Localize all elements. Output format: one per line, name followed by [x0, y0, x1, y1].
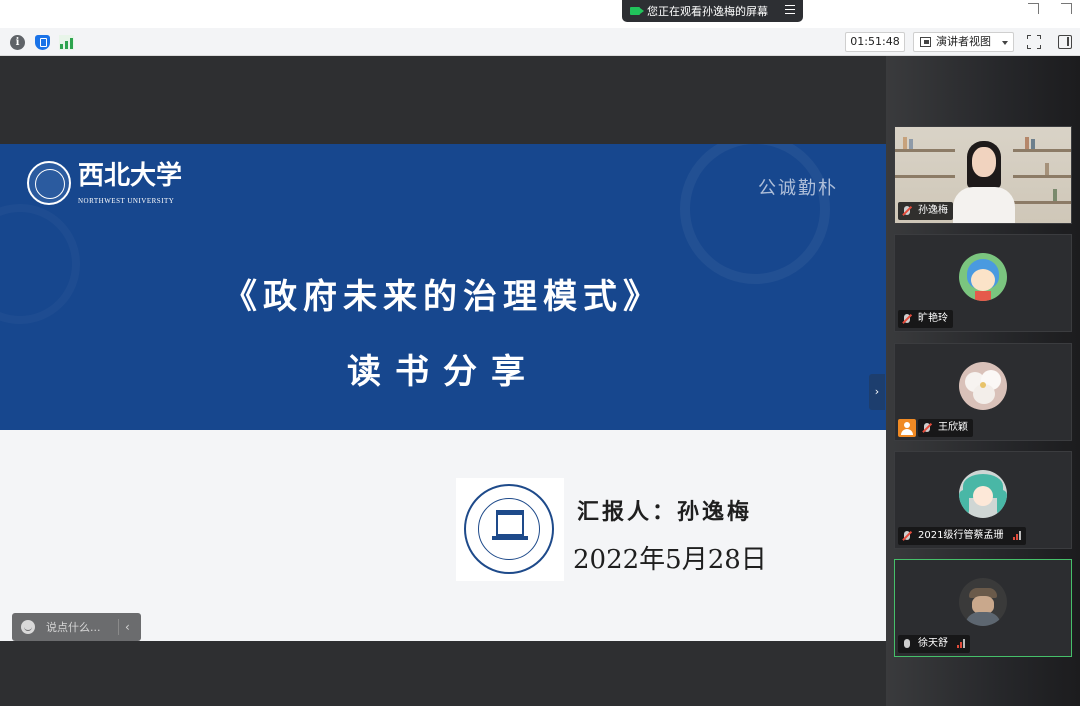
- layout-icon: [920, 37, 931, 47]
- participant-tile-active[interactable]: 徐天舒: [894, 559, 1072, 657]
- participant-name-tag: 徐天舒: [898, 635, 971, 653]
- signal-icon[interactable]: [59, 35, 74, 50]
- university-seal-icon: [27, 161, 71, 205]
- slide-subtitle: 读书分享: [347, 352, 539, 392]
- participant-name: 徐天舒: [918, 638, 948, 649]
- participant-tile[interactable]: 旷艳玲: [894, 234, 1072, 332]
- slide-title: 《政府未来的治理模式》: [223, 277, 663, 317]
- window-controls: [1028, 3, 1072, 14]
- panel-icon[interactable]: [1058, 35, 1072, 49]
- shield-icon[interactable]: [35, 35, 50, 50]
- chat-input-box[interactable]: 说点什么... ‹: [12, 613, 141, 641]
- collapse-sidebar-handle[interactable]: ›: [869, 374, 885, 410]
- fullscreen-icon[interactable]: [1027, 35, 1041, 49]
- share-banner[interactable]: 您正在观看孙逸梅的屏幕: [622, 0, 803, 22]
- chevron-down-icon: [1002, 41, 1008, 45]
- volume-level-icon: [1012, 530, 1021, 540]
- participant-name-tag: 孙逸梅: [898, 202, 953, 220]
- view-mode-label: 演讲者视图: [936, 35, 991, 48]
- avatar: [959, 470, 1007, 518]
- participant-tile[interactable]: 孙逸梅: [894, 126, 1072, 224]
- meeting-timer: 01:51:48: [845, 32, 905, 52]
- participant-tile[interactable]: 2021级行管蔡孟珊: [894, 451, 1072, 549]
- mic-muted-icon: [904, 206, 910, 215]
- university-motto: 公诚勤朴: [758, 178, 838, 199]
- participant-name-tag: 旷艳玲: [898, 310, 953, 328]
- participant-name: 王欣颖: [938, 422, 968, 433]
- mic-icon: [904, 639, 910, 648]
- slide-reporter: 汇报人：孙逸梅: [577, 499, 753, 525]
- participant-name-tag: 2021级行管蔡孟珊: [898, 527, 1026, 545]
- slide-title-band: 西北大学 NORTHWEST UNIVERSITY 公诚勤朴 《政府未来的治理模…: [0, 144, 886, 430]
- chevron-left-icon[interactable]: ‹: [118, 619, 130, 635]
- share-banner-text: 您正在观看孙逸梅的屏幕: [647, 5, 768, 18]
- presentation-slide: 西北大学 NORTHWEST UNIVERSITY 公诚勤朴 《政府未来的治理模…: [0, 144, 886, 641]
- camera-icon: [630, 7, 644, 15]
- university-name-en: NORTHWEST UNIVERSITY: [78, 197, 175, 205]
- info-icon[interactable]: i: [10, 35, 25, 50]
- slide-date: 2022年5月28日: [573, 545, 767, 575]
- university-name: 西北大学: [78, 161, 183, 191]
- participant-name-tag: 王欣颖: [918, 419, 973, 437]
- participant-tile[interactable]: 王欣颖: [894, 343, 1072, 441]
- school-logo-icon: [456, 478, 564, 581]
- volume-level-icon: [957, 638, 966, 648]
- mic-muted-icon: [904, 531, 910, 540]
- view-mode-select[interactable]: 演讲者视图: [913, 32, 1014, 52]
- avatar: [959, 253, 1007, 301]
- avatar: [959, 578, 1007, 626]
- avatar: [959, 362, 1007, 410]
- participant-name: 孙逸梅: [918, 205, 948, 216]
- meeting-toolbar: i 01:51:48 演讲者视图: [0, 28, 1080, 56]
- restore-icon[interactable]: [1061, 3, 1072, 14]
- exit-fullscreen-icon[interactable]: [1028, 3, 1039, 14]
- watermark-decoration: [680, 144, 830, 284]
- shared-screen: 西北大学 NORTHWEST UNIVERSITY 公诚勤朴 《政府未来的治理模…: [0, 56, 886, 706]
- menu-icon[interactable]: [785, 5, 795, 15]
- user-icon: [898, 419, 916, 437]
- emoji-icon[interactable]: [21, 620, 35, 634]
- participant-name: 旷艳玲: [918, 313, 948, 324]
- mic-muted-icon: [904, 314, 910, 323]
- chat-input[interactable]: 说点什么...: [46, 619, 118, 635]
- participant-name: 2021级行管蔡孟珊: [918, 530, 1004, 541]
- top-strip: 您正在观看孙逸梅的屏幕: [0, 0, 1080, 28]
- mic-muted-icon: [924, 423, 930, 432]
- participants-sidebar: 孙逸梅 旷艳玲 王欣颖 2021级行管蔡孟珊 徐天舒: [886, 56, 1080, 706]
